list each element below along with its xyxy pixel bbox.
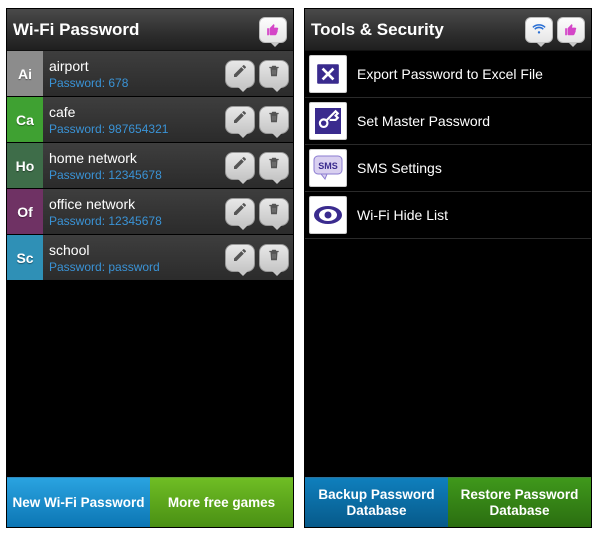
pencil-icon	[232, 63, 248, 84]
pencil-icon	[232, 109, 248, 130]
password-label: Password: 12345678	[49, 168, 215, 182]
tool-label: SMS Settings	[357, 160, 442, 176]
tools-list: Export Password to Excel File Set Master …	[305, 51, 591, 477]
new-wifi-password-button[interactable]: New Wi-Fi Password	[7, 477, 150, 527]
excel-icon	[309, 55, 347, 93]
titlebar-left: Wi-Fi Password	[7, 9, 293, 51]
trash-icon	[267, 109, 281, 130]
eye-icon	[309, 196, 347, 234]
delete-button[interactable]	[259, 152, 289, 180]
tool-row[interactable]: Set Master Password	[305, 98, 591, 145]
trash-icon	[267, 155, 281, 176]
wifi-row[interactable]: Sc school Password: password	[7, 235, 293, 281]
wifi-row[interactable]: Of office network Password: 12345678	[7, 189, 293, 235]
edit-button[interactable]	[225, 198, 255, 226]
delete-button[interactable]	[259, 198, 289, 226]
trash-icon	[267, 201, 281, 222]
wifi-row[interactable]: Cacafe Password: 987654321	[7, 97, 293, 143]
key-icon	[309, 102, 347, 140]
password-label: Password: password	[49, 260, 215, 274]
sms-icon: SMS	[309, 149, 347, 187]
row-text: cafe Password: 987654321	[43, 97, 221, 142]
like-button[interactable]	[557, 17, 585, 43]
bottom-bar-left: New Wi-Fi Password More free games	[7, 477, 293, 527]
badge: Ca	[7, 97, 43, 142]
tool-label: Set Master Password	[357, 113, 490, 129]
badge: Sc	[7, 235, 43, 280]
pencil-icon	[232, 155, 248, 176]
wifi-list: Ai airport Password: 678 Cacafe Password: 98…	[7, 51, 293, 477]
delete-button[interactable]	[259, 60, 289, 88]
password-label: Password: 987654321	[49, 122, 215, 136]
restore-database-button[interactable]: Restore Password Database	[448, 477, 591, 527]
bottom-bar-right: Backup Password Database Restore Passwor…	[305, 477, 591, 527]
badge: Ho	[7, 143, 43, 188]
network-name: airport	[49, 58, 215, 74]
network-name: office network	[49, 196, 215, 212]
delete-button[interactable]	[259, 106, 289, 134]
badge: Of	[7, 189, 43, 234]
edit-button[interactable]	[225, 244, 255, 272]
trash-icon	[267, 63, 281, 84]
edit-button[interactable]	[225, 152, 255, 180]
titlebar-right: Tools & Security	[305, 9, 591, 51]
row-text: home network Password: 12345678	[43, 143, 221, 188]
tool-row[interactable]: Wi-Fi Hide List	[305, 192, 591, 239]
password-label: Password: 12345678	[49, 214, 215, 228]
more-free-games-button[interactable]: More free games	[150, 477, 293, 527]
tool-label: Export Password to Excel File	[357, 66, 543, 82]
svg-text:SMS: SMS	[318, 161, 338, 171]
edit-button[interactable]	[225, 60, 255, 88]
network-name: school	[49, 242, 215, 258]
network-name: cafe	[49, 104, 215, 120]
trash-icon	[267, 247, 281, 268]
edit-button[interactable]	[225, 106, 255, 134]
wifi-password-screen: Wi-Fi Password Ai airport Password: 678 Cac…	[6, 8, 294, 528]
tool-label: Wi-Fi Hide List	[357, 207, 448, 223]
like-button[interactable]	[259, 17, 287, 43]
row-text: school Password: password	[43, 235, 221, 280]
network-name: home network	[49, 150, 215, 166]
tool-row[interactable]: Export Password to Excel File	[305, 51, 591, 98]
row-text: office network Password: 12345678	[43, 189, 221, 234]
pencil-icon	[232, 247, 248, 268]
tool-row[interactable]: SMS SMS Settings	[305, 145, 591, 192]
tools-security-screen: Tools & Security Export Password to Exce…	[304, 8, 592, 528]
wifi-row[interactable]: Ho home network Password: 12345678	[7, 143, 293, 189]
password-label: Password: 678	[49, 76, 215, 90]
wifi-row[interactable]: Ai airport Password: 678	[7, 51, 293, 97]
page-title: Tools & Security	[311, 20, 444, 40]
pencil-icon	[232, 201, 248, 222]
backup-database-button[interactable]: Backup Password Database	[305, 477, 448, 527]
page-title: Wi-Fi Password	[13, 20, 139, 40]
wifi-info-button[interactable]	[525, 17, 553, 43]
badge: Ai	[7, 51, 43, 96]
row-text: airport Password: 678	[43, 51, 221, 96]
delete-button[interactable]	[259, 244, 289, 272]
